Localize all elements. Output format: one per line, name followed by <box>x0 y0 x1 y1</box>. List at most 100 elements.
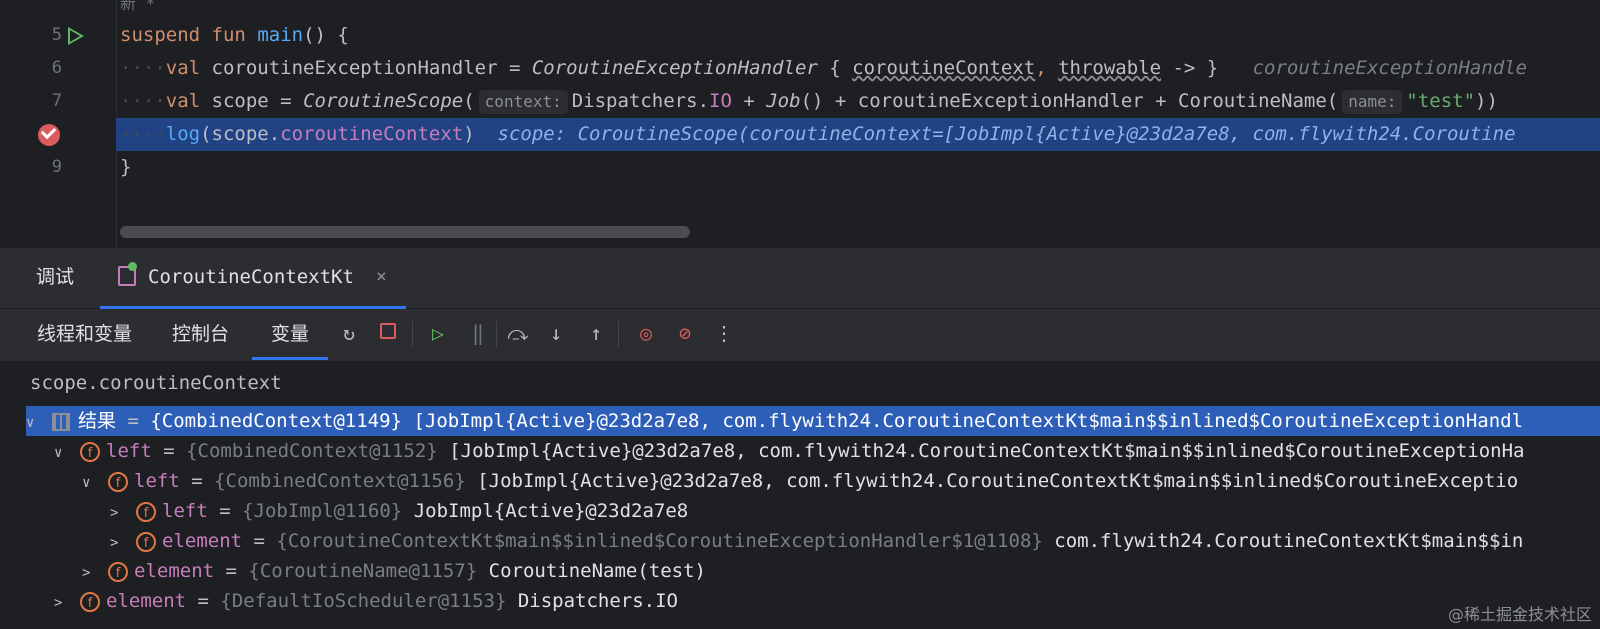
code-text: ( <box>463 90 475 112</box>
chevron-down-icon[interactable]: ∨ <box>54 438 68 468</box>
keyword: suspend <box>120 24 201 46</box>
keyword: fun <box>211 24 246 46</box>
string-literal: "test" <box>1406 90 1476 112</box>
code-text: () { <box>303 24 349 46</box>
keyword: val <box>165 90 201 112</box>
line-number: 7 <box>51 91 62 111</box>
tab-threads-variables[interactable]: 线程和变量 <box>37 309 132 357</box>
variable-value: CoroutineName(test) <box>488 560 706 582</box>
pause-icon[interactable]: ‖ <box>466 321 490 345</box>
horizontal-scrollbar[interactable] <box>120 226 690 238</box>
code-line-7[interactable]: ····val scope = CoroutineScope(context: D… <box>116 85 1600 118</box>
field-icon: f <box>136 501 156 522</box>
code-text: ) <box>463 123 475 145</box>
variable-row[interactable]: > f left = {JobImpl@1160} JobImpl{Active}@… <box>26 496 1600 526</box>
variable-type: {JobImpl@1160} <box>242 500 403 522</box>
function-name: log <box>165 123 201 145</box>
resume-icon[interactable]: ▷ <box>426 321 450 345</box>
chevron-right-icon[interactable]: > <box>82 558 96 588</box>
code-text: coroutineExceptionHandler = <box>211 57 532 79</box>
code-line-8-current[interactable]: ····log(scope.coroutineContext) scope: C… <box>116 118 1600 151</box>
variable-value: [JobImpl{Active}@23d2a7e8, com.flywith24… <box>413 410 1524 432</box>
line-number: 9 <box>51 157 62 177</box>
running-dot-icon <box>128 262 137 271</box>
chevron-down-icon[interactable]: ∨ <box>26 408 40 438</box>
param-hint: context: <box>478 90 568 114</box>
file-header-note: 新 * <box>120 0 156 13</box>
field-icon: f <box>108 471 128 492</box>
chevron-right-icon[interactable]: > <box>110 528 124 558</box>
variable-name: left <box>162 500 208 522</box>
variables-panel[interactable]: scope.coroutineContext ∨ 结果 = {CombinedCo… <box>0 362 1600 629</box>
variable-value: Dispatchers.IO <box>517 590 678 612</box>
debug-tool-title: 调试 <box>36 266 75 288</box>
tab-variables[interactable]: 变量 <box>252 309 328 360</box>
run-gutter-icon[interactable] <box>68 27 84 45</box>
step-into-icon[interactable]: ↓ <box>544 321 568 345</box>
variable-type: {DefaultIoScheduler@1153} <box>220 590 507 612</box>
tab-console[interactable]: 控制台 <box>172 309 229 357</box>
function-name: Job <box>766 90 801 112</box>
chevron-down-icon[interactable]: ∨ <box>82 468 96 498</box>
function-name: main <box>257 24 304 46</box>
code-editor[interactable]: 5 6 7 9 新 * suspend fun main() { ····val… <box>0 0 1600 248</box>
field-icon: f <box>108 561 128 582</box>
variable-row[interactable]: > f element = {DefaultIoScheduler@1153} Di… <box>26 586 1600 616</box>
more-icon[interactable]: ⋮ <box>712 321 736 345</box>
step-out-icon[interactable]: ↑ <box>584 321 608 345</box>
code-text: (scope. <box>200 123 281 145</box>
view-breakpoints-icon[interactable]: ◎ <box>634 321 658 345</box>
variable-row[interactable]: > f element = {CoroutineName@1157} Corouti… <box>26 556 1600 586</box>
close-icon[interactable]: × <box>376 248 387 306</box>
variable-name: element <box>106 590 187 612</box>
code-text: )) <box>1475 90 1498 112</box>
chevron-right-icon[interactable]: > <box>110 498 124 528</box>
editor-gutter: 5 6 7 9 <box>0 0 117 248</box>
variable-name: left <box>134 470 180 492</box>
inline-debug-value: scope: CoroutineScope(coroutineContext=[… <box>497 123 1516 145</box>
mute-breakpoints-icon[interactable]: ⊘ <box>673 321 697 345</box>
toolbar-separator <box>618 321 619 347</box>
code-text: Dispatchers. <box>571 90 710 112</box>
variable-name: element <box>162 530 243 552</box>
keyword: val <box>165 57 201 79</box>
property: coroutineContext <box>280 123 464 145</box>
breakpoint-icon[interactable] <box>38 123 60 146</box>
evaluated-expression: scope.coroutineContext <box>30 368 282 398</box>
rerun-icon[interactable]: ↻ <box>337 321 361 345</box>
lambda-param: coroutineContext <box>852 57 1036 79</box>
class-name: CoroutineScope <box>303 90 464 112</box>
variable-value: JobImpl{Active}@23d2a7e8 <box>413 500 689 522</box>
variable-type: {CoroutineName@1157} <box>248 560 478 582</box>
variable-row[interactable]: ∨ f left = {CombinedContext@1152} [JobImpl… <box>26 436 1600 466</box>
variable-name: element <box>134 560 215 582</box>
field-icon: f <box>136 531 156 552</box>
code-line-9[interactable]: } <box>116 151 1600 184</box>
variable-name: left <box>106 440 152 462</box>
code-line-6[interactable]: ····val coroutineExceptionHandler = Coro… <box>116 52 1600 85</box>
variable-row[interactable]: > f element = {CoroutineContextKt$main$$in… <box>26 526 1600 556</box>
code-text: () + coroutineExceptionHandler + Corouti… <box>800 90 1339 112</box>
variable-value: [JobImpl{Active}@23d2a7e8, com.flywith24… <box>449 440 1525 462</box>
expression-text: scope.coroutineContext <box>30 372 282 394</box>
variable-row[interactable]: ∨ f left = {CombinedContext@1156} [JobImpl… <box>26 466 1600 496</box>
code-text: scope = <box>211 90 304 112</box>
variable-type: {CombinedContext@1152} <box>186 440 438 462</box>
line-number: 6 <box>51 58 62 78</box>
chevron-right-icon[interactable]: > <box>54 588 68 618</box>
variable-value: [JobImpl{Active}@23d2a7e8, com.flywith24… <box>477 470 1519 492</box>
code-text: } <box>120 156 132 178</box>
code-text: { <box>817 57 853 79</box>
inline-debug-value: coroutineExceptionHandle <box>1252 57 1528 79</box>
step-over-icon[interactable]: ⤼ <box>506 321 530 345</box>
tab-run-config[interactable]: CoroutineContextKt × <box>100 248 406 310</box>
class-name: CoroutineExceptionHandler <box>531 57 818 79</box>
line-number: 5 <box>51 25 62 45</box>
variable-name: 结果 <box>78 410 117 432</box>
code-line-5[interactable]: suspend fun main() { <box>116 19 1600 52</box>
stop-icon[interactable] <box>376 321 400 345</box>
variable-row[interactable]: ∨ 结果 = {CombinedContext@1149} [JobImpl{Ac… <box>26 406 1600 436</box>
field-icon: f <box>80 441 100 462</box>
code-text: , <box>1035 57 1059 79</box>
watermark: @稀土掘金技术社区 <box>1447 605 1592 624</box>
